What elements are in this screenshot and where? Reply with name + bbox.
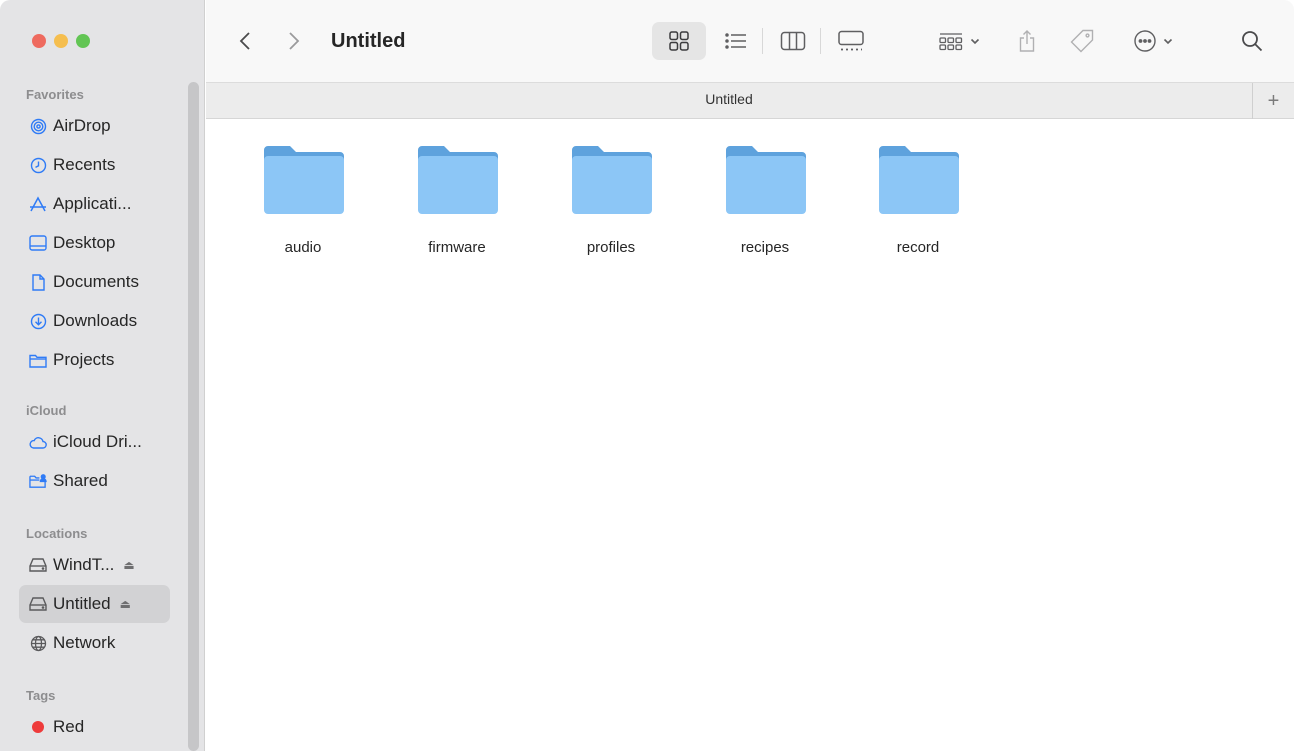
folder-name: record bbox=[896, 239, 940, 256]
sidebar-item-tag-red[interactable]: Red bbox=[19, 708, 170, 746]
folder-icon bbox=[879, 146, 959, 214]
sidebar-section-favorites: Favorites bbox=[26, 87, 84, 102]
chevron-down-icon bbox=[970, 38, 980, 44]
sidebar-item-label: AirDrop bbox=[53, 116, 111, 135]
drive-icon bbox=[29, 556, 47, 574]
folder-item[interactable]: record bbox=[858, 144, 978, 264]
red-tag-icon bbox=[29, 718, 47, 736]
sidebar-item-windt-drive[interactable]: WindT... ⏏ bbox=[19, 546, 170, 584]
zoom-window-button[interactable] bbox=[76, 34, 90, 48]
sidebar-item-label: Projects bbox=[53, 350, 115, 369]
columns-icon bbox=[780, 31, 806, 51]
group-icon bbox=[939, 33, 963, 51]
shared-folder-icon bbox=[29, 472, 47, 490]
ellipsis-circle-icon bbox=[1134, 30, 1156, 52]
sidebar: Favorites AirDrop Recents Applicati... D… bbox=[0, 0, 205, 751]
sidebar-item-documents[interactable]: Documents bbox=[19, 263, 170, 301]
close-window-button[interactable] bbox=[32, 34, 46, 48]
sidebar-item-label: WindT... bbox=[53, 555, 115, 574]
eject-icon[interactable]: ⏏ bbox=[120, 597, 131, 611]
file-grid: audio firmware profiles recipes record bbox=[206, 119, 1294, 751]
folder-item[interactable]: audio bbox=[243, 144, 363, 264]
sidebar-item-label: Red bbox=[53, 717, 85, 736]
share-icon bbox=[1019, 30, 1035, 52]
folder-icon bbox=[726, 146, 806, 214]
sidebar-item-desktop[interactable]: Desktop bbox=[19, 224, 170, 262]
folder-name: recipes bbox=[740, 239, 790, 256]
sidebar-section-icloud: iCloud bbox=[26, 403, 67, 418]
sidebar-section-locations: Locations bbox=[26, 526, 88, 541]
sidebar-section-tags: Tags bbox=[26, 688, 56, 703]
folder-icon bbox=[418, 146, 498, 214]
sidebar-item-label: Applicati... bbox=[53, 194, 132, 213]
search-button[interactable] bbox=[1232, 22, 1272, 60]
more-actions-button[interactable] bbox=[1124, 22, 1182, 60]
window-title: Untitled bbox=[331, 30, 406, 52]
eject-icon[interactable]: ⏏ bbox=[123, 558, 134, 572]
share-button[interactable] bbox=[1010, 22, 1044, 60]
forward-button[interactable] bbox=[281, 26, 307, 56]
sidebar-item-projects[interactable]: Projects bbox=[19, 341, 170, 379]
list-icon bbox=[725, 33, 746, 49]
download-icon bbox=[29, 312, 47, 330]
sidebar-item-label: Untitled bbox=[53, 594, 111, 613]
folder-icon bbox=[29, 351, 47, 369]
list-view-button[interactable] bbox=[718, 22, 754, 60]
sidebar-item-shared[interactable]: Shared bbox=[19, 462, 170, 500]
finder-window: Favorites AirDrop Recents Applicati... D… bbox=[0, 0, 1294, 751]
folder-name: firmware bbox=[428, 239, 486, 256]
search-icon bbox=[1242, 31, 1263, 52]
sidebar-item-untitled-drive[interactable]: Untitled ⏏ bbox=[19, 585, 170, 623]
sidebar-item-label: Documents bbox=[53, 272, 139, 291]
folder-item[interactable]: recipes bbox=[705, 144, 825, 264]
clock-icon bbox=[29, 156, 47, 174]
sidebar-item-label: Recents bbox=[53, 155, 116, 174]
sidebar-item-label: Downloads bbox=[53, 311, 138, 330]
sidebar-item-applications[interactable]: Applicati... bbox=[19, 185, 170, 223]
desktop-icon bbox=[29, 234, 47, 252]
sidebar-item-downloads[interactable]: Downloads bbox=[19, 302, 170, 340]
sidebar-item-recents[interactable]: Recents bbox=[19, 146, 170, 184]
sidebar-item-label: Network bbox=[53, 633, 116, 652]
folder-item[interactable]: firmware bbox=[397, 144, 517, 264]
sidebar-item-label: Desktop bbox=[53, 233, 116, 252]
tag-button[interactable] bbox=[1064, 22, 1100, 60]
sidebar-item-airdrop[interactable]: AirDrop bbox=[19, 107, 170, 145]
sidebar-item-label: Shared bbox=[53, 471, 108, 490]
tag-icon bbox=[1070, 29, 1094, 53]
group-by-button[interactable] bbox=[930, 22, 988, 60]
chevron-right-icon bbox=[289, 32, 300, 50]
tab-untitled[interactable]: Untitled bbox=[206, 91, 1252, 107]
toolbar: Untitled bbox=[206, 0, 1294, 82]
drive-icon bbox=[29, 595, 47, 613]
icon-view-button[interactable] bbox=[652, 22, 706, 60]
folder-name: audio bbox=[284, 239, 322, 256]
grid-icon bbox=[669, 31, 689, 51]
gallery-view-button[interactable] bbox=[830, 22, 872, 60]
minimize-window-button[interactable] bbox=[54, 34, 68, 48]
airdrop-icon bbox=[29, 117, 47, 135]
folder-icon bbox=[572, 146, 652, 214]
back-button[interactable] bbox=[232, 26, 258, 56]
sidebar-item-network[interactable]: Network bbox=[19, 624, 170, 662]
sidebar-item-label: iCloud Dri... bbox=[53, 432, 142, 451]
column-view-button[interactable] bbox=[774, 22, 812, 60]
new-tab-button[interactable]: + bbox=[1252, 83, 1294, 119]
applications-icon bbox=[29, 195, 47, 213]
tab-bar: Untitled + bbox=[206, 82, 1294, 119]
cloud-icon bbox=[29, 433, 47, 451]
document-icon bbox=[29, 273, 47, 291]
network-icon bbox=[29, 634, 47, 652]
chevron-left-icon bbox=[239, 32, 250, 50]
folder-item[interactable]: profiles bbox=[551, 144, 671, 264]
folder-name: profiles bbox=[586, 239, 636, 256]
chevron-down-icon bbox=[1163, 38, 1173, 44]
sidebar-item-icloud-drive[interactable]: iCloud Dri... bbox=[19, 423, 170, 461]
folder-icon bbox=[264, 146, 344, 214]
gallery-icon bbox=[838, 30, 864, 51]
sidebar-scrollbar[interactable] bbox=[188, 82, 199, 751]
